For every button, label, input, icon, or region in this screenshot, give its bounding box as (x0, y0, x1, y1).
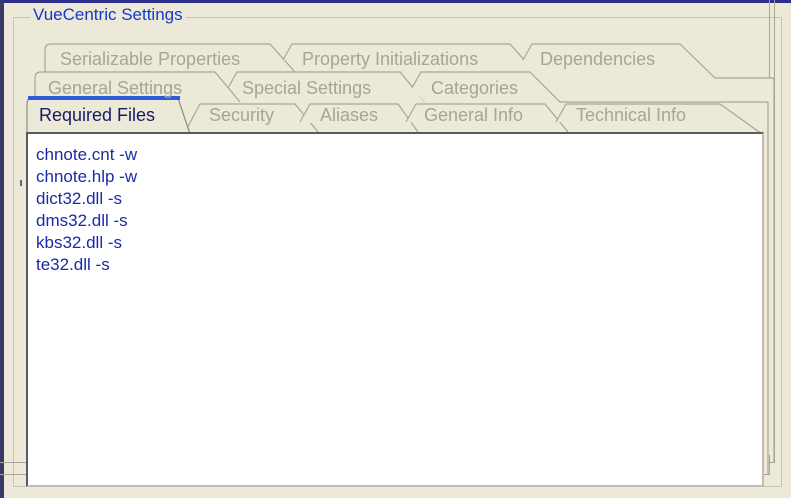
resize-marker (20, 180, 22, 186)
list-item[interactable]: kbs32.dll -s (36, 232, 137, 254)
tab-security[interactable]: Security (209, 104, 274, 126)
tab-special-settings[interactable]: Special Settings (242, 77, 371, 99)
tab-technical-info[interactable]: Technical Info (576, 104, 686, 126)
tab-general-settings[interactable]: General Settings (48, 77, 182, 99)
list-item[interactable]: te32.dll -s (36, 254, 137, 276)
tab-categories[interactable]: Categories (431, 77, 518, 99)
tab-property-initializations[interactable]: Property Initializations (302, 48, 478, 70)
settings-window: VueCentric Settings Serializable Propert… (0, 0, 791, 498)
required-files-list[interactable]: chnote.cnt -w chnote.hlp -w dict32.dll -… (36, 144, 137, 276)
list-item[interactable]: chnote.hlp -w (36, 166, 137, 188)
tab-serializable-properties[interactable]: Serializable Properties (60, 48, 240, 70)
tab-required-files[interactable]: Required Files (39, 104, 155, 126)
list-item[interactable]: dict32.dll -s (36, 188, 137, 210)
list-item[interactable]: chnote.cnt -w (36, 144, 137, 166)
tab-general-info[interactable]: General Info (424, 104, 523, 126)
required-files-panel[interactable]: chnote.cnt -w chnote.hlp -w dict32.dll -… (26, 132, 764, 487)
tab-aliases[interactable]: Aliases (320, 104, 378, 126)
list-item[interactable]: dms32.dll -s (36, 210, 137, 232)
tab-dependencies[interactable]: Dependencies (540, 48, 655, 70)
